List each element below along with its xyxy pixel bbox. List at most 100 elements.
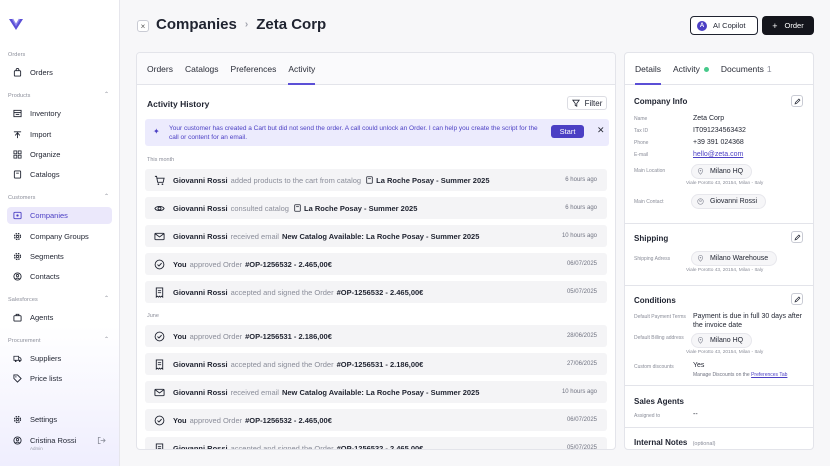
custom-discounts-value: Yes [693,362,705,369]
divider [625,385,813,386]
map-pin-icon [697,337,704,344]
contact-chip[interactable]: Giovanni Rossi [691,194,767,209]
billing-name: Milano HQ [710,337,744,344]
contact-icon [13,272,22,281]
grid-icon [13,150,22,159]
activity-row[interactable]: You approved Order #OP-1256531 - 2.186,00€… [145,325,607,347]
sidebar-item-inventory[interactable]: Inventory [7,105,112,122]
user-menu[interactable]: Cristina Rossi [7,432,112,448]
sidebar-item-price-lists[interactable]: Price lists [7,370,112,387]
activity-row[interactable]: You approved Order #OP-1256532 - 2.465,00€… [145,253,607,275]
bag-icon [13,68,22,77]
sidebar: Orders Orders Products ⌃ Inventory Impor… [0,0,120,466]
activity-row[interactable]: Giovanni Rossi accepted and signed the Or… [145,281,607,303]
catalog-icon [366,176,373,184]
close-button[interactable]: × [137,20,149,32]
warehouse-chip[interactable]: Milano Warehouse [691,251,778,266]
tab-catalogs[interactable]: Catalogs [185,53,227,85]
close-icon: × [140,21,146,31]
logout-icon[interactable] [97,436,106,445]
phone-key: Phone [634,140,649,146]
chevron-up-icon[interactable]: ⌃ [104,295,109,302]
activity-object[interactable]: #OP-1256532 - 2.465,00€ [245,416,332,425]
activity-object[interactable]: La Roche Posay - Summer 2025 [304,204,417,213]
sidebar-item-catalogs[interactable]: Catalogs [7,166,112,183]
start-button[interactable]: Start [551,125,584,138]
shipping-address: Viale Porotto 43, 20154, Milan - Italy [686,268,764,273]
conditions-title: Conditions [634,296,676,305]
edit-shipping-button[interactable] [791,231,803,243]
tab-orders[interactable]: Orders [147,53,181,85]
briefcase-icon [13,313,22,322]
tab-details[interactable]: Details [635,53,661,85]
activity-object[interactable]: La Roche Posay - Summer 2025 [376,176,489,185]
billing-address-key: Default Billing address [634,335,684,341]
activity-object[interactable]: #OP-1256532 - 2.465,00€ [337,288,424,297]
tab-preferences[interactable]: Preferences [231,53,285,85]
edit-conditions-button[interactable] [791,293,803,305]
tab-activity-side[interactable]: Activity [673,53,709,85]
location-chip[interactable]: Milano HQ [691,164,753,179]
map-pin-icon [697,168,704,175]
new-order-button[interactable]: + Order [762,16,814,35]
email-link[interactable]: hello@zeta.com [693,151,743,158]
close-icon[interactable]: ✕ [597,125,605,136]
sidebar-item-companies[interactable]: Companies [7,207,112,224]
activity-action: consulted catalog [230,203,289,213]
payment-terms: Payment is due in full 30 days after the… [693,313,802,329]
sidebar-item-orders[interactable]: Orders [7,64,112,81]
activity-actor: Giovanni Rossi [173,443,228,450]
sidebar-item-label: Import [30,130,52,139]
activity-object[interactable]: #OP-1256531 - 2.186,00€ [337,360,424,369]
activity-actor: You [173,415,187,425]
activity-row[interactable]: You approved Order #OP-1256532 - 2.465,00€… [145,409,607,431]
sidebar-item-import[interactable]: Import [7,126,112,143]
activity-object[interactable]: New Catalog Available: La Roche Posay - … [282,388,479,397]
chevron-up-icon[interactable]: ⌃ [104,193,109,200]
activity-row[interactable]: Giovanni Rossi accepted and signed the Or… [145,353,607,375]
filter-label: Filter [584,98,603,108]
ai-copilot-label: AI Copilot [713,21,746,30]
preferences-tab-link[interactable]: Preferences Tab [751,372,787,378]
brand-logo[interactable] [8,16,24,32]
breadcrumb-root[interactable]: Companies [156,16,237,33]
chevron-up-icon[interactable]: ⌃ [104,91,109,98]
activity-row[interactable]: Giovanni Rossi received email New Catalog … [145,381,607,403]
activity-object[interactable]: #OP-1256532 - 2.465,00€ [245,260,332,269]
edit-company-info-button[interactable] [791,95,803,107]
email-key: E-mail [634,152,649,158]
catalog-icon [294,204,301,212]
company-info-title: Company Info [634,97,688,106]
sidebar-item-contacts[interactable]: Contacts [7,268,112,285]
tab-activity[interactable]: Activity [288,53,323,85]
chevron-up-icon[interactable]: ⌃ [104,336,109,343]
tab-documents[interactable]: Documents 1 [721,53,772,85]
sidebar-item-label: Contacts [30,272,60,281]
sidebar-item-organize[interactable]: Organize [7,146,112,163]
activity-row[interactable]: Giovanni Rossi consulted catalog La Roche … [145,197,607,219]
activity-row[interactable]: Giovanni Rossi accepted and signed the Or… [145,437,607,450]
activity-row[interactable]: Giovanni Rossi received email New Catalog … [145,225,607,247]
sidebar-item-label: Price lists [30,374,63,383]
ai-copilot-button[interactable]: A AI Copilot [690,16,758,35]
sidebar-item-company-groups[interactable]: Company Groups [7,228,112,245]
user-name: Cristina Rossi [30,435,77,445]
sidebar-item-segments[interactable]: Segments [7,248,112,265]
activity-row[interactable]: Giovanni Rossi added products to the cart… [145,169,607,191]
sidebar-item-suppliers[interactable]: Suppliers [7,350,112,367]
sidebar-item-settings[interactable]: Settings [7,411,112,428]
filter-button[interactable]: Filter [567,96,607,110]
breadcrumb: Companies › Zeta Corp [156,16,326,33]
sidebar-item-agents[interactable]: Agents [7,309,112,326]
name-key: Name [634,116,648,122]
activity-object[interactable]: #OP-1256532 - 2.465,00€ [337,444,424,450]
billing-address: Viale Porotto 43, 20154, Milan - Italy [686,350,764,355]
activity-object[interactable]: #OP-1256531 - 2.186,00€ [245,332,332,341]
optional-label: (optional) [692,441,716,447]
activity-object[interactable]: New Catalog Available: La Roche Posay - … [282,232,479,241]
page-title: Zeta Corp [256,16,327,33]
divider [625,285,813,286]
sidebar-item-label: Company Groups [30,232,89,241]
billing-chip[interactable]: Milano HQ [691,333,753,348]
user-avatar-icon [13,435,22,445]
